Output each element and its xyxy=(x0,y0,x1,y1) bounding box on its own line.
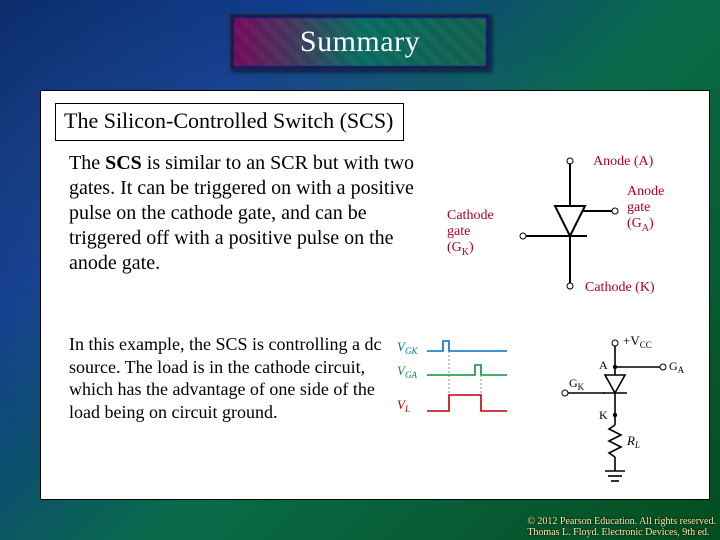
label-anode-gate-2: gate xyxy=(627,200,650,215)
label-cathode: Cathode (K) xyxy=(585,280,655,295)
copyright-footer: © 2012 Pearson Education. All rights res… xyxy=(527,516,716,538)
content-frame: The Silicon-Controlled Switch (SCS) The … xyxy=(40,90,710,500)
row-description-symbol: The SCS is similar to an SCR but with tw… xyxy=(55,151,695,321)
label-anode-gate-sym: (GA) xyxy=(627,216,654,234)
label-RL: RL xyxy=(626,433,640,450)
label-GK: GK xyxy=(569,376,585,392)
paragraph-example: In this example, the SCS is controlling … xyxy=(69,333,383,423)
label-anode-gate-1: Anode xyxy=(627,184,664,199)
scs-symbol-figure: Anode (A) Anode gate (GA) Cathode gate (… xyxy=(445,151,695,321)
schematic: +VCC A GA GK K xyxy=(562,333,685,481)
label-GA: GA xyxy=(669,359,685,375)
para1-lead: The xyxy=(69,152,105,174)
slide-title: Summary xyxy=(300,25,420,59)
para1-bold: SCS xyxy=(105,152,142,174)
paragraph-main: The SCS is similar to an SCR but with tw… xyxy=(69,151,435,276)
row-example-circuit: In this example, the SCS is controlling … xyxy=(55,333,695,493)
label-cathode-gate-1: Cathode xyxy=(447,208,494,223)
label-cathode-gate-sym: (GK) xyxy=(447,240,474,258)
scs-circuit-figure: VGK VGA VL +VCC A GA xyxy=(395,333,695,493)
label-K: K xyxy=(599,408,608,422)
label-vgk: VGK xyxy=(397,339,418,356)
label-vl: VL xyxy=(397,397,410,414)
label-anode: Anode (A) xyxy=(593,154,654,169)
title-banner: Summary xyxy=(230,14,490,70)
label-cathode-gate-2: gate xyxy=(447,224,470,239)
waveform-panel: VGK VGA VL xyxy=(397,339,507,414)
label-vga: VGA xyxy=(397,363,417,380)
label-vcc: +VCC xyxy=(623,333,652,350)
section-heading: The Silicon-Controlled Switch (SCS) xyxy=(55,103,404,141)
label-A: A xyxy=(599,358,608,372)
